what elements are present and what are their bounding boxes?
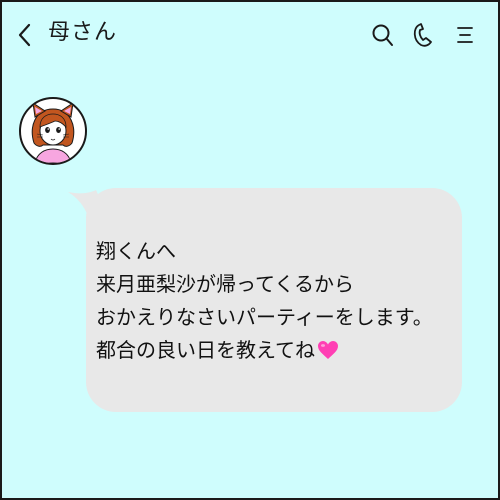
message-line: 翔くんへ (96, 239, 176, 263)
message-line-last: 都合の良い日を教えてね (96, 334, 458, 367)
message-line: 来月亜梨沙が帰ってくるから (96, 272, 354, 296)
sender-avatar[interactable] (19, 97, 87, 165)
message-text: 翔くんへ 来月亜梨沙が帰ってくるから おかえりなさいパーティーをします。 都合の… (96, 235, 458, 367)
call-button[interactable] (410, 20, 436, 50)
back-arrow-icon (18, 23, 31, 47)
cat-girl-avatar-icon (31, 101, 75, 163)
message-line: 都合の良い日を教えてね (96, 338, 315, 362)
menu-icon (457, 27, 473, 43)
heart-emoji-icon (318, 341, 338, 359)
search-icon (372, 24, 393, 46)
phone-icon (413, 23, 432, 47)
message-line: おかえりなさいパーティーをします。 (96, 305, 433, 329)
chat-header: 母さん (2, 2, 498, 68)
search-button[interactable] (370, 20, 396, 50)
back-button[interactable] (12, 20, 38, 50)
chat-screen: 母さん 翔くんへ 来月亜梨沙が帰ってくるから おかえりなさいパーティーをします。… (0, 0, 500, 500)
chat-title: 母さん (48, 20, 118, 45)
menu-button[interactable] (452, 20, 478, 50)
